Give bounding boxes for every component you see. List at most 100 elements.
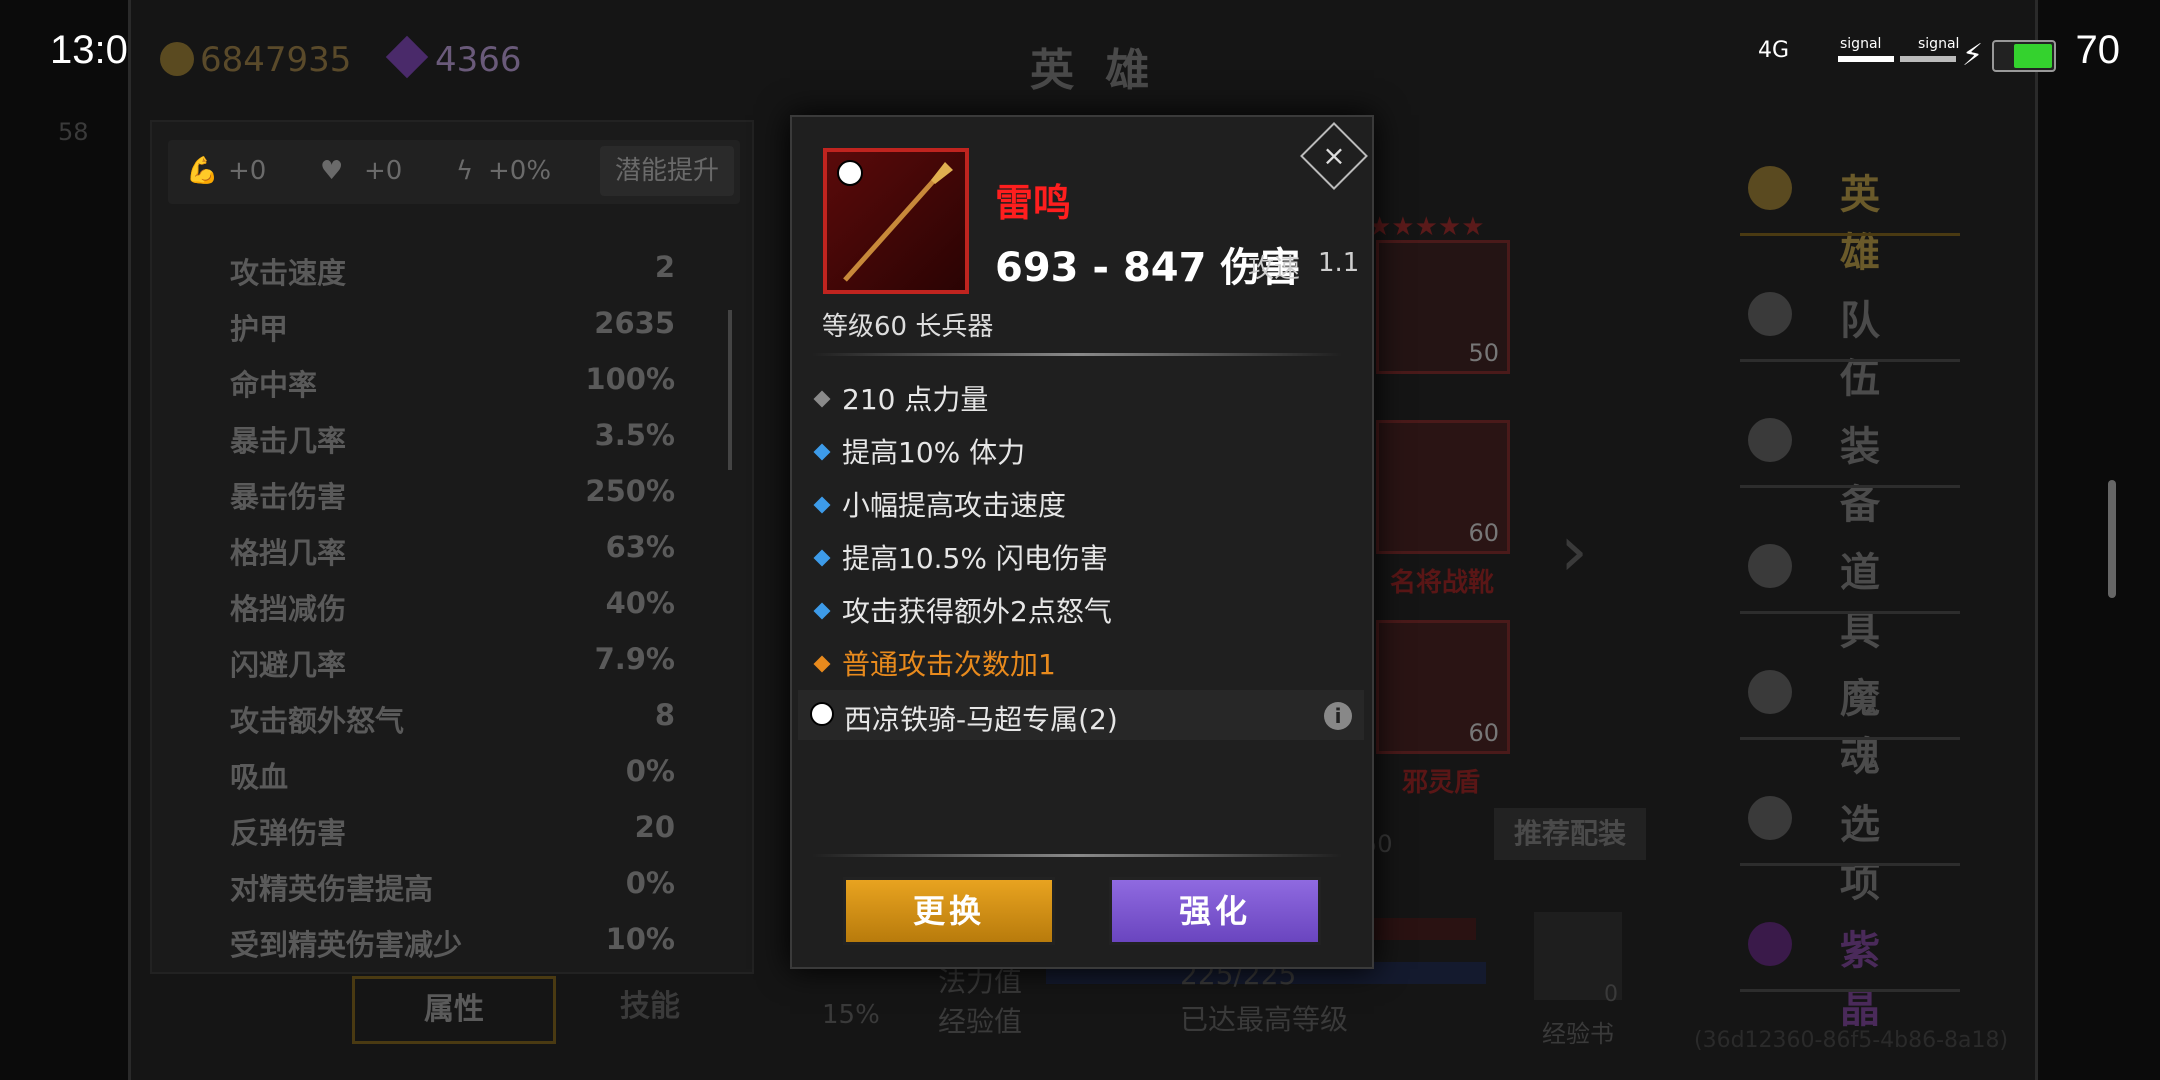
nav-label: 队 伍: [1840, 298, 1890, 402]
nav-scrollbar[interactable]: [2108, 480, 2116, 598]
stat-label: 攻击额外怒气: [230, 704, 405, 738]
helmet-icon: [1748, 418, 1792, 462]
stat-label: 格挡几率: [230, 536, 347, 570]
boots-slot[interactable]: 60: [1376, 420, 1510, 554]
stat-row: 攻击额外怒气 8: [230, 698, 675, 750]
shield-name: 邪灵盾: [1402, 768, 1481, 798]
pet-slot[interactable]: 50: [1376, 240, 1510, 374]
signal-label-2: signal: [1918, 36, 1960, 52]
exp-label: 经验值: [938, 1005, 1023, 1038]
diamond-bullet-icon: [813, 443, 831, 461]
tab-attributes[interactable]: 属性: [352, 976, 556, 1044]
stat-value: 100%: [585, 362, 675, 396]
nav-divider: [1740, 359, 1960, 362]
nav-item-2[interactable]: 装 备: [1740, 404, 1960, 528]
exp-book-label: 经验书: [1542, 1020, 1614, 1048]
item-name: 雷鸣: [995, 181, 1072, 225]
stat-label: 闪避几率: [230, 648, 347, 682]
gold-coin-icon: [160, 42, 194, 76]
info-icon[interactable]: i: [1324, 702, 1352, 730]
recommend-button[interactable]: 推荐配装: [1494, 808, 1646, 860]
battery-level: 70: [2075, 28, 2121, 72]
stat-label: 命中率: [230, 368, 318, 402]
strength-icon: 💪: [186, 156, 219, 186]
stat-value: 20: [634, 810, 675, 844]
nav-divider: [1740, 737, 1960, 740]
nav-item-3[interactable]: 道 具: [1740, 530, 1960, 654]
nav-divider: [1740, 863, 1960, 866]
attack-speed-label: 攻速: [1248, 254, 1301, 284]
stat-label: 格挡减伤: [230, 592, 347, 626]
battery-icon: [1992, 40, 2056, 72]
signal-label-1: signal: [1840, 36, 1882, 52]
nav-item-5[interactable]: 选 项: [1740, 782, 1960, 906]
stat-row: 命中率 100%: [230, 362, 675, 414]
set-bonus-row[interactable]: 西凉铁骑-马超专属(2) i: [798, 690, 1364, 740]
nav-label: 装 备: [1840, 424, 1890, 528]
swap-button[interactable]: 更换: [843, 877, 1055, 945]
stat-value: 2: [654, 250, 675, 284]
stat-value: 0%: [625, 866, 675, 900]
boots-level: 60: [1468, 519, 1499, 547]
energy-icon: ϟ: [456, 156, 474, 186]
stat-row: 格挡减伤 40%: [230, 586, 675, 638]
page-title: 英 雄: [1030, 45, 1158, 96]
attack-speed-value: 1.1: [1318, 248, 1360, 278]
attribute-text: 提高10% 体力: [842, 436, 1026, 469]
stat-label: 受到精英伤害减少: [230, 928, 463, 962]
stat-row: 攻击速度 2: [230, 250, 675, 302]
pet-level: 50: [1468, 339, 1499, 367]
stats-scrollbar[interactable]: [728, 310, 732, 470]
flame-icon: [1748, 670, 1792, 714]
stat-label: 反弹伤害: [230, 816, 347, 850]
item-level-type: 等级60 长兵器: [822, 312, 994, 342]
gem-amount: 4366: [435, 40, 522, 80]
gear-icon: [1748, 796, 1792, 840]
nav-item-4[interactable]: 魔 魂: [1740, 656, 1960, 780]
stat-value: 3.5%: [594, 418, 675, 452]
strength-bonus: +0: [228, 156, 267, 186]
nav-label: 道 具: [1840, 550, 1890, 654]
tab-skills[interactable]: 技能: [560, 976, 740, 1038]
set-name: 西凉铁骑-马超专属(2): [844, 703, 1118, 736]
session-id: (36d12360-86f5-4b86-8a18): [1694, 1028, 2009, 1053]
stat-row: 闪避几率 7.9%: [230, 642, 675, 694]
yin-yang-icon: [810, 702, 834, 726]
stat-row: 暴击伤害 250%: [230, 474, 675, 526]
item-attribute: 提高10.5% 闪电伤害: [812, 537, 1108, 581]
nav-item-1[interactable]: 队 伍: [1740, 278, 1960, 402]
nav-label: 选 项: [1840, 802, 1890, 906]
stat-row: 受到精英伤害减少 10%: [230, 922, 675, 974]
rating-stars: ★★★★★: [1368, 212, 1485, 242]
nav-item-0[interactable]: 英 雄: [1740, 152, 1960, 276]
next-arrow-icon[interactable]: ›: [1560, 510, 1588, 592]
stat-row: 暴击几率 3.5%: [230, 418, 675, 470]
attribute-text: 小幅提高攻击速度: [842, 489, 1067, 522]
health-bonus: +0: [364, 156, 403, 186]
attribute-text: 攻击获得额外2点怒气: [842, 595, 1112, 628]
stat-value: 10%: [605, 922, 675, 956]
charging-icon: ⚡: [1962, 38, 1984, 73]
diamond-bullet-icon: [813, 549, 831, 567]
potential-upgrade-button[interactable]: 潜能提升: [600, 146, 734, 196]
stat-row: 吸血 0%: [230, 754, 675, 806]
stat-row: 护甲 2635: [230, 306, 675, 358]
shield-level: 60: [1468, 719, 1499, 747]
stat-row: 反弹伤害 20: [230, 810, 675, 862]
level-badge: 58: [58, 118, 89, 146]
stat-value: 40%: [605, 586, 675, 620]
stat-label: 吸血: [230, 760, 289, 794]
flag-icon: [1748, 292, 1792, 336]
exp-book-count: 0: [1604, 982, 1618, 1007]
energy-bonus: +0%: [488, 156, 552, 186]
stat-value: 8: [654, 698, 675, 732]
spear-icon: [843, 162, 953, 282]
upgrade-button[interactable]: 强化: [1109, 877, 1321, 945]
stat-label: 暴击几率: [230, 424, 347, 458]
gold-amount: 6847935: [200, 40, 352, 80]
shield-slot[interactable]: 60: [1376, 620, 1510, 754]
crit-percent: 15%: [822, 1000, 880, 1030]
divider: [812, 854, 1342, 857]
stat-label: 对精英伤害提高: [230, 872, 434, 906]
nav-item-6[interactable]: 紫 晶: [1740, 908, 1960, 1032]
